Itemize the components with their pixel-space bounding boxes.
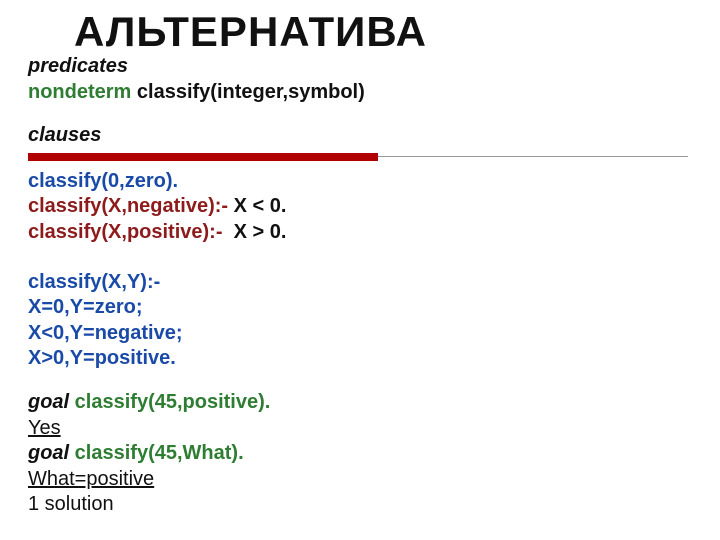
page-title: АЛЬТЕРНАТИВА bbox=[74, 10, 692, 54]
result-yes: Yes bbox=[28, 416, 692, 442]
clause-or-3: X>0,Y=positive. bbox=[28, 346, 692, 372]
kw-goal-1: goal bbox=[28, 391, 69, 413]
goal-1: goal classify(45,positive). bbox=[28, 390, 692, 416]
kw-clauses: clauses bbox=[28, 123, 692, 149]
goal-1-body: classify(45,positive). bbox=[69, 391, 270, 413]
clause-negative-body: X < 0. bbox=[228, 195, 286, 217]
clause-or-head: classify(X,Y):- bbox=[28, 270, 692, 296]
clause-zero: classify(0,zero). bbox=[28, 169, 692, 195]
clause-or-1: X=0,Y=zero; bbox=[28, 295, 692, 321]
clause-negative-head: classify(X,negative):- bbox=[28, 195, 228, 217]
kw-predicates: predicates bbox=[28, 54, 692, 80]
clause-positive-head: classify(X,positive):- bbox=[28, 221, 223, 243]
result-count: 1 solution bbox=[28, 492, 692, 518]
blank bbox=[28, 372, 692, 390]
decl-classify: nondeterm classify(integer,symbol) bbox=[28, 80, 692, 106]
divider bbox=[28, 153, 692, 161]
sig-classify: classify(integer,symbol) bbox=[131, 81, 364, 103]
clause-or-2: X<0,Y=negative; bbox=[28, 321, 692, 347]
divider-accent bbox=[28, 153, 378, 161]
goal-2-body: classify(45,What). bbox=[69, 442, 244, 464]
result-what: What=positive bbox=[28, 467, 692, 493]
clause-negative: classify(X,negative):- X < 0. bbox=[28, 194, 692, 220]
slide: АЛЬТЕРНАТИВА predicates nondeterm classi… bbox=[0, 0, 720, 540]
blank bbox=[28, 105, 692, 123]
blank bbox=[28, 246, 692, 270]
kw-goal-2: goal bbox=[28, 442, 69, 464]
goal-2: goal classify(45,What). bbox=[28, 441, 692, 467]
kw-nondeterm: nondeterm bbox=[28, 81, 131, 103]
clause-positive: classify(X,positive):- X > 0. bbox=[28, 220, 692, 246]
clause-positive-body: X > 0. bbox=[223, 221, 287, 243]
